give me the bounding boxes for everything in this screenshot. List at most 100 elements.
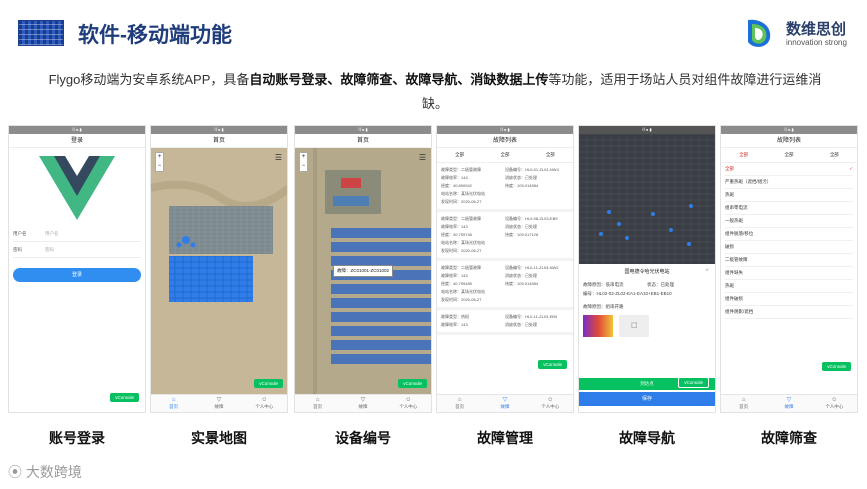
home-icon: ⌂ xyxy=(741,397,746,403)
satellite-map[interactable]: + − ☰ vConsole xyxy=(151,148,287,394)
vconsole-button[interactable]: vConsole xyxy=(678,377,709,388)
footer-text: 大数跨境 xyxy=(25,464,82,480)
option-item[interactable]: 破损 xyxy=(725,241,853,254)
fault-popup: 国电德令哈光伏电站 × 故障原因：低串电流 状态：已处理 编号：HL02-02-Z… xyxy=(579,264,715,412)
filter-icon: ▽ xyxy=(216,397,222,403)
filter-type[interactable]: 全部 xyxy=(455,152,464,158)
card-type: 故障类型：二极管故障 xyxy=(441,265,481,270)
brand-name: 数维思创 xyxy=(786,21,847,38)
footer-watermark: ⦿ 大数跨境 xyxy=(8,462,82,482)
status-bar: ⅠⅠ ● ▮ xyxy=(579,126,715,134)
filter-date[interactable]: 全部 xyxy=(830,152,839,158)
filter-status[interactable]: 全部 xyxy=(784,152,793,158)
option-label: 组件缺失 xyxy=(725,270,743,275)
tab-fault[interactable]: ▽ 故障 xyxy=(482,395,527,412)
option-item[interactable]: 组串零电流 xyxy=(725,202,853,215)
card-station: 电站名称：某场光伏电站 xyxy=(441,289,485,294)
page-title: 软件-移动端功能 xyxy=(78,24,232,47)
filter-icon: ▽ xyxy=(502,397,508,403)
home-icon: ⌂ xyxy=(457,397,462,403)
option-label: 严重热斑（遮挡/组污） xyxy=(725,179,772,184)
login-button[interactable]: 登录 xyxy=(13,268,141,282)
tab-home[interactable]: ⌂ 首页 xyxy=(437,395,482,412)
list-menu-icon[interactable]: ☰ xyxy=(419,153,426,162)
tab-label: 故障 xyxy=(784,404,794,409)
user-icon: ☺ xyxy=(831,397,838,403)
caption-fault-list: 故障管理 xyxy=(477,430,533,446)
image-label: 故障原因：组串开路 xyxy=(583,304,624,309)
home-icon: ⌂ xyxy=(171,397,176,403)
satellite-map[interactable]: 故障：ZC01001-ZC01002 + − ☰ vConsole xyxy=(295,148,431,394)
vconsole-button[interactable]: vConsole xyxy=(398,379,427,388)
card-lat: 纬度：109.017128 xyxy=(505,232,539,237)
camera-icon[interactable]: ◘ xyxy=(619,315,649,337)
tab-profile[interactable]: ☺ 个人中心 xyxy=(242,395,287,412)
fault-card[interactable]: 故障类型：二极管故障 设备编号：HL0-11-ZL03-NW2 故障效率：143 消… xyxy=(437,261,573,310)
card-eff: 故障效率：143 xyxy=(441,322,468,327)
username-input[interactable]: 用户名 xyxy=(45,226,59,241)
tab-fault[interactable]: ▽ 故障 xyxy=(340,395,385,412)
option-item[interactable]: 组件破损 xyxy=(725,293,853,306)
caption-fault-filter: 故障筛查 xyxy=(761,430,817,446)
map-canvas xyxy=(151,148,287,394)
caption-login: 账号登录 xyxy=(49,430,105,446)
username-row[interactable]: 用户名 用户名 xyxy=(13,226,141,242)
list-menu-icon[interactable]: ☰ xyxy=(275,153,282,162)
footer-logo-icon: ⦿ xyxy=(8,464,26,480)
tab-home[interactable]: ⌂ 首页 xyxy=(721,395,766,412)
tab-home[interactable]: ⌂ 首页 xyxy=(151,395,196,412)
option-item[interactable]: 组件脱落/移位 xyxy=(725,228,853,241)
tab-profile[interactable]: ☺ 个人中心 xyxy=(528,395,573,412)
option-item[interactable]: 热斑 xyxy=(725,189,853,202)
zoom-control[interactable]: + − xyxy=(299,152,308,172)
tab-label: 个人中心 xyxy=(255,404,274,409)
password-row[interactable]: 密码 密码 xyxy=(13,242,141,258)
vconsole-button[interactable]: vConsole xyxy=(254,379,283,388)
tab-fault[interactable]: ▽ 故障 xyxy=(196,395,241,412)
fault-code: 编号：HL02-02-ZL02-EA1-EA10+EB1-EB10 xyxy=(583,291,672,296)
card-lon: 经度：40.890942 xyxy=(441,183,472,188)
save-button[interactable]: 保存 xyxy=(579,392,715,406)
option-label: 组件阴影/遮挡 xyxy=(725,309,754,314)
tab-label: 首页 xyxy=(739,404,749,409)
tab-profile[interactable]: ☺ 个人中心 xyxy=(386,395,431,412)
option-item[interactable]: 组件缺失 xyxy=(725,267,853,280)
fault-card[interactable]: 故障类型：热斑 设备编号：HL0-11-ZL03-EB9 故障效率：143 消缺状态… xyxy=(437,310,573,335)
nav-title: 故障列表 xyxy=(437,134,573,148)
vconsole-button[interactable]: vConsole xyxy=(110,393,139,402)
fault-card[interactable]: 故障类型：二极管故障 设备编号：HL0-08-ZL03-EB9 故障效率：143 消… xyxy=(437,212,573,261)
card-status: 消缺状态：已处理 xyxy=(505,175,537,180)
status-bar: ⅠⅠ ● ▮ xyxy=(721,126,857,134)
solar-panel-icon xyxy=(18,20,64,46)
phone-fault-list: ⅠⅠ ● ▮ 故障列表 全部 全部 全部 故障类型：二极管故障 设备编号：HL0-… xyxy=(436,125,574,413)
password-input[interactable]: 密码 xyxy=(45,242,54,257)
fault-card-list: 故障类型：二极管故障 设备编号：HL0-01-ZL01-NW4 故障效率：143 消… xyxy=(437,163,573,335)
option-label: 全部 xyxy=(725,166,734,171)
option-item[interactable]: 二极管故障 xyxy=(725,254,853,267)
vconsole-button[interactable]: vConsole xyxy=(822,362,851,371)
login-form: 用户名 用户名 密码 密码 登录 xyxy=(13,226,141,282)
username-label: 用户名 xyxy=(13,231,27,236)
zoom-control[interactable]: + − xyxy=(155,152,164,172)
filter-date[interactable]: 全部 xyxy=(546,152,555,158)
nav-title: 登录 xyxy=(9,134,145,148)
tab-fault[interactable]: ▽ 故障 xyxy=(766,395,811,412)
tab-profile[interactable]: ☺ 个人中心 xyxy=(812,395,857,412)
tab-home[interactable]: ⌂ 首页 xyxy=(295,395,340,412)
home-icon: ⌂ xyxy=(315,397,320,403)
thermal-photo[interactable] xyxy=(583,315,613,337)
vconsole-button[interactable]: vConsole xyxy=(538,360,567,369)
filter-status[interactable]: 全部 xyxy=(500,152,509,158)
dark-map[interactable] xyxy=(579,134,715,264)
option-item[interactable]: 热斑 xyxy=(725,280,853,293)
option-item[interactable]: 组件阴影/遮挡 xyxy=(725,306,853,319)
fault-card[interactable]: 故障类型：二极管故障 设备编号：HL0-01-ZL01-NW4 故障效率：143 消… xyxy=(437,163,573,212)
close-icon[interactable]: × xyxy=(705,268,709,274)
caption-map: 实景地图 xyxy=(191,430,247,446)
option-item[interactable]: 一般热斑 xyxy=(725,215,853,228)
filter-type[interactable]: 全部 xyxy=(739,152,748,158)
card-code: 设备编号：HL0-08-ZL03-EB9 xyxy=(505,216,558,221)
tab-label: 故障 xyxy=(214,404,224,409)
option-item[interactable]: 全部 ✓ xyxy=(725,163,853,176)
option-item[interactable]: 严重热斑（遮挡/组污） xyxy=(725,176,853,189)
